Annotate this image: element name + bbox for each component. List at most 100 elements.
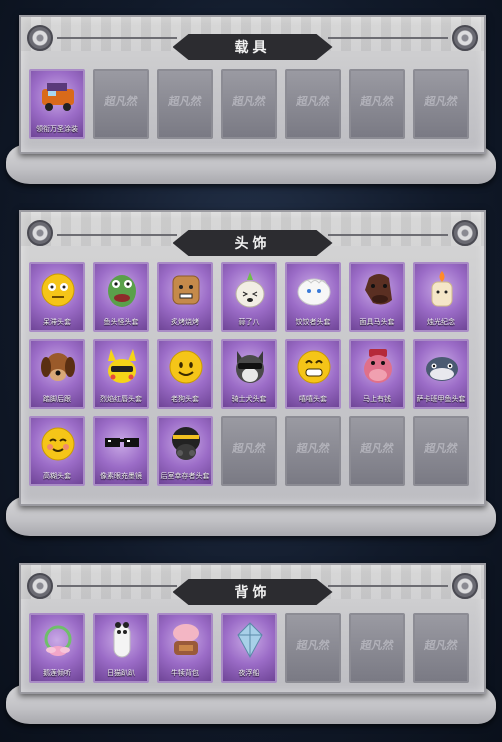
placeholder-logo-watermark: 超凡然: [423, 95, 459, 108]
empty-item-slot: 超凡然: [221, 69, 277, 139]
blushing-emoji-head-icon: [41, 427, 75, 461]
section-panel: 头饰 呆滞头套 鱼头怪头套 炙烤烧烤 蒜了八 饺饺者头套 面具马头套 烛光纪念踏脚后跟 烈焰红…: [19, 210, 486, 506]
yellow-creature-head-icon: [108, 349, 136, 383]
section-panel: 背饰 鹅莲倾听 日猫趴趴 牛犊背包 夜浮船 超凡然 超凡然 超凡然: [19, 563, 486, 694]
item-slot[interactable]: 饺饺者头套: [285, 262, 341, 332]
ornament-icon: [27, 573, 53, 599]
item-slot[interactable]: 夜浮船: [221, 613, 277, 683]
item-label: 牛犊背包: [171, 669, 199, 677]
pixel-sunglasses-icon: [105, 438, 139, 447]
item-label: 高糊头套: [43, 472, 71, 480]
item-slot[interactable]: 鱼头怪头套: [93, 262, 149, 332]
item-slot[interactable]: 蒜了八: [221, 262, 277, 332]
item-label: 踏脚后跟: [43, 395, 71, 403]
item-label: 像素眼充墨镜: [100, 472, 142, 480]
empty-item-slot: 超凡然: [285, 69, 341, 139]
empty-item-slot: 超凡然: [349, 613, 405, 683]
item-label: 日猫趴趴: [107, 669, 135, 677]
item-label: 嘻嘻头套: [299, 395, 327, 403]
item-slot[interactable]: 老狗头套: [157, 339, 213, 409]
section-title: 头饰: [172, 230, 333, 256]
item-label: 面具马头套: [359, 318, 395, 326]
item-label: 鱼头怪头套: [103, 318, 139, 326]
placeholder-logo-watermark: 超凡然: [167, 95, 203, 108]
ornament-icon: [452, 573, 478, 599]
sausage-dog-head-icon: [41, 353, 75, 381]
item-label: 后室幸存者头套: [160, 472, 210, 480]
item-slot[interactable]: 高糊头套: [29, 416, 85, 486]
item-label: 领衔万圣涂装: [36, 125, 78, 133]
cow-backpack-icon: [173, 624, 199, 655]
placeholder-logo-watermark: 超凡然: [231, 95, 267, 108]
gas-mask-helmet-icon: [172, 427, 200, 460]
grin-emoji-head-icon: [297, 350, 331, 384]
item-slot[interactable]: 炙烤烧烤: [157, 262, 213, 332]
item-slot[interactable]: 烈焰红唇头套: [93, 339, 149, 409]
empty-item-slot: 超凡然: [413, 416, 469, 486]
dumpling-head-icon: [297, 278, 331, 306]
empty-item-slot: 超凡然: [349, 69, 405, 139]
placeholder-logo-watermark: 超凡然: [359, 442, 395, 455]
placeholder-logo-watermark: 超凡然: [295, 442, 331, 455]
ornament-icon: [452, 25, 478, 51]
placeholder-logo-watermark: 超凡然: [359, 639, 395, 652]
empty-item-slot: 超凡然: [285, 613, 341, 683]
placeholder-logo-watermark: 超凡然: [295, 639, 331, 652]
panda-pillow-icon: [113, 622, 131, 658]
placeholder-logo-watermark: 超凡然: [103, 95, 139, 108]
fish-monster-head-icon: [108, 275, 136, 307]
title-divider: [328, 234, 448, 236]
section-title: 载具: [172, 34, 333, 60]
armored-fish-head-icon: [426, 357, 458, 381]
ornament-icon: [452, 220, 478, 246]
item-slot[interactable]: 呆滞头套: [29, 262, 85, 332]
item-slot[interactable]: 像素眼充墨镜: [93, 416, 149, 486]
title-divider: [57, 234, 177, 236]
placeholder-logo-watermark: 超凡然: [295, 95, 331, 108]
item-slot[interactable]: 萨卡班甲鱼头套: [413, 339, 469, 409]
item-label: 炙烤烧烤: [171, 318, 199, 326]
dazed-emoji-head-icon: [41, 273, 75, 307]
title-divider: [57, 37, 177, 39]
item-label: 鹅莲倾听: [43, 669, 71, 677]
lotus-wreath-icon: [44, 625, 72, 656]
placeholder-logo-watermark: 超凡然: [423, 639, 459, 652]
item-slot[interactable]: 骑士犬头套: [221, 339, 277, 409]
toast-head-icon: [172, 275, 200, 305]
item-label: 马上有钱: [363, 395, 391, 403]
placeholder-logo-watermark: 超凡然: [231, 442, 267, 455]
empty-item-slot: 超凡然: [285, 416, 341, 486]
item-label: 饺饺者头套: [295, 318, 331, 326]
smile-emoji-head-icon: [169, 350, 203, 384]
placeholder-logo-watermark: 超凡然: [423, 442, 459, 455]
empty-item-slot: 超凡然: [349, 416, 405, 486]
empty-item-slot: 超凡然: [221, 416, 277, 486]
section-panel: 载具 领衔万圣涂装 超凡然 超凡然 超凡然 超凡然 超凡然 超凡然: [19, 15, 486, 154]
garlic-head-icon: [235, 272, 265, 308]
halloween-vehicle-icon: [42, 83, 74, 111]
item-label: 老狗头套: [171, 395, 199, 403]
item-label: 骑士犬头套: [231, 395, 267, 403]
item-slot[interactable]: 嘻嘻头套: [285, 339, 341, 409]
item-label: 呆滞头套: [43, 318, 71, 326]
horse-head-icon: [365, 274, 392, 305]
item-slot[interactable]: 领衔万圣涂装: [29, 69, 85, 139]
section-title: 背饰: [172, 579, 333, 605]
item-slot[interactable]: 牛犊背包: [157, 613, 213, 683]
item-slot[interactable]: 日猫趴趴: [93, 613, 149, 683]
candle-head-icon: [431, 271, 453, 307]
item-slot[interactable]: 面具马头套: [349, 262, 405, 332]
item-slot[interactable]: 鹅莲倾听: [29, 613, 85, 683]
ornament-icon: [27, 25, 53, 51]
placeholder-logo-watermark: 超凡然: [359, 95, 395, 108]
empty-item-slot: 超凡然: [413, 69, 469, 139]
item-label: 蒜了八: [238, 318, 260, 326]
item-slot[interactable]: 烛光纪念: [413, 262, 469, 332]
item-slot[interactable]: 踏脚后跟: [29, 339, 85, 409]
husky-head-icon: [236, 351, 264, 383]
ornament-icon: [27, 220, 53, 246]
item-slot[interactable]: 后室幸存者头套: [157, 416, 213, 486]
title-divider: [328, 37, 448, 39]
empty-item-slot: 超凡然: [93, 69, 149, 139]
item-slot[interactable]: 马上有钱: [349, 339, 405, 409]
